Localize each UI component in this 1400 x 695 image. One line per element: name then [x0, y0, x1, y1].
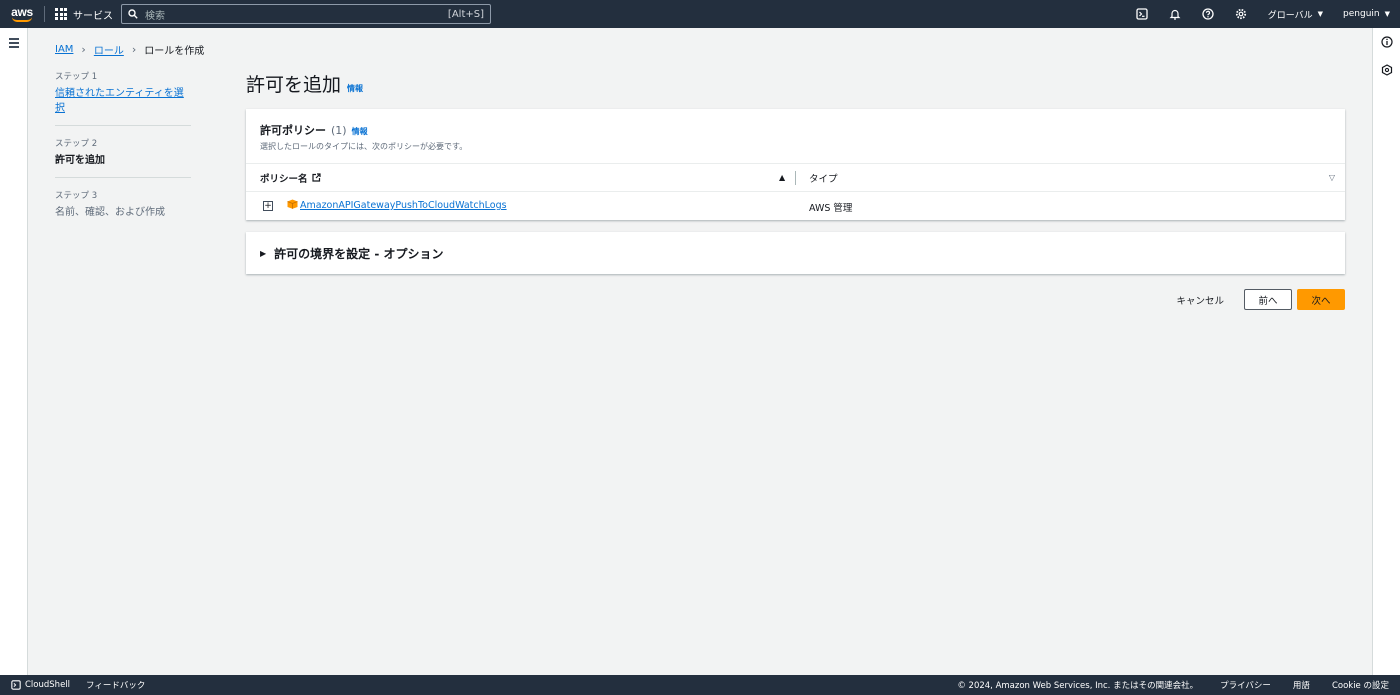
hexagon-icon[interactable]	[1381, 64, 1393, 76]
step-3: ステップ 3 名前、確認、および作成	[55, 189, 191, 229]
left-rail	[0, 28, 28, 675]
breadcrumb: IAM › ロール › ロールを作成	[55, 42, 204, 57]
panel-header: 許可ポリシー (1) 情報 選択したロールのタイプには、次のポリシーが必要です。	[246, 109, 1345, 164]
permission-policies-panel: 許可ポリシー (1) 情報 選択したロールのタイプには、次のポリシーが必要です。…	[246, 109, 1345, 220]
chevron-right-icon: ›	[81, 43, 86, 56]
info-link[interactable]: 情報	[352, 126, 368, 137]
footer-left: CloudShell フィードバック	[0, 679, 145, 691]
aws-logo-smile	[12, 17, 32, 22]
table-header: ポリシー名 ▲ タイプ ▽	[246, 164, 1345, 192]
aws-logo-text: aws	[11, 4, 33, 19]
top-navigation: aws サービス 検索 [Alt+S] グローバル ▼ penguin ▼	[0, 0, 1400, 28]
policy-name-link[interactable]: AmazonAPIGatewayPushToCloudWatchLogs	[300, 200, 507, 211]
next-button[interactable]: 次へ	[1297, 289, 1345, 310]
panel-description: 選択したロールのタイプには、次のポリシーが必要です。	[260, 142, 468, 151]
info-link[interactable]: 情報	[347, 83, 363, 94]
services-menu-button[interactable]: サービス	[55, 7, 113, 22]
cloudshell-icon[interactable]	[1126, 8, 1159, 20]
step-label: ステップ 2	[55, 139, 98, 149]
permissions-boundary-expander[interactable]: ▶ 許可の境界を設定 - オプション	[246, 232, 1345, 274]
step-2: ステップ 2 許可を追加	[55, 137, 191, 178]
search-input[interactable]: 検索 [Alt+S]	[121, 4, 491, 24]
gear-icon[interactable]	[1225, 8, 1258, 20]
cloudshell-button[interactable]: CloudShell	[11, 680, 70, 690]
caret-down-icon: ▼	[1384, 10, 1390, 18]
expand-row-icon[interactable]: +	[263, 201, 273, 211]
footer-right: © 2024, Amazon Web Services, Inc. またはその関…	[957, 679, 1400, 691]
breadcrumb-iam[interactable]: IAM	[55, 44, 73, 55]
help-icon[interactable]	[1192, 8, 1225, 20]
step-label: ステップ 3	[55, 191, 98, 201]
step-3-title: 名前、確認、および作成	[55, 207, 165, 218]
cookie-settings-link[interactable]: Cookie の設定	[1332, 679, 1389, 691]
nav-right: グローバル ▼ penguin ▼	[1126, 0, 1400, 28]
page-title: 許可を追加 情報	[246, 70, 363, 97]
policy-count: (1)	[331, 124, 347, 137]
caret-down-icon: ▼	[1317, 10, 1324, 18]
column-label: ポリシー名	[260, 173, 308, 185]
chevron-right-icon: ›	[131, 43, 137, 56]
column-divider[interactable]	[795, 171, 796, 185]
step-2-title: 許可を追加	[55, 155, 105, 166]
nav-divider	[44, 6, 45, 22]
copyright-text: © 2024, Amazon Web Services, Inc. またはその関…	[957, 681, 1199, 691]
page-title-text: 許可を追加	[246, 74, 342, 96]
policy-type: AWS 管理	[809, 203, 853, 214]
footer: CloudShell フィードバック © 2024, Amazon Web Se…	[0, 675, 1400, 695]
privacy-link[interactable]: プライバシー	[1220, 679, 1271, 691]
menu-icon[interactable]	[9, 38, 19, 50]
aws-managed-policy-icon	[287, 199, 298, 209]
bell-icon[interactable]	[1159, 8, 1192, 20]
grid-icon	[55, 8, 67, 20]
table-row: + AmazonAPIGatewayPushToCloudWatchLogs A…	[246, 192, 1345, 219]
sort-ascending-icon[interactable]: ▲	[779, 173, 785, 182]
account-menu[interactable]: penguin ▼	[1333, 9, 1400, 19]
region-label: グローバル	[1267, 10, 1313, 21]
boundary-title: 許可の境界を設定 - オプション	[274, 246, 444, 261]
wizard-steps: ステップ 1 信頼されたエンティティを選択 ステップ 2 許可を追加 ステップ …	[55, 70, 191, 240]
caret-right-icon: ▶	[260, 248, 267, 258]
step-label: ステップ 1	[55, 72, 98, 82]
account-label: penguin	[1343, 9, 1380, 19]
column-header-policy-name[interactable]: ポリシー名	[260, 171, 321, 185]
cloudshell-icon	[11, 680, 21, 690]
breadcrumb-current: ロールを作成	[144, 46, 205, 57]
wizard-actions: キャンセル 前へ 次へ	[1176, 289, 1345, 310]
terms-link[interactable]: 用語	[1293, 679, 1310, 691]
info-icon[interactable]	[1381, 36, 1393, 48]
feedback-link[interactable]: フィードバック	[86, 679, 145, 691]
sort-descending-icon[interactable]: ▽	[1329, 173, 1335, 182]
cancel-button[interactable]: キャンセル	[1176, 293, 1224, 307]
external-link-icon	[311, 173, 321, 182]
search-shortcut: [Alt+S]	[447, 8, 484, 20]
step-1: ステップ 1 信頼されたエンティティを選択	[55, 70, 191, 126]
step-1-link[interactable]: 信頼されたエンティティを選択	[55, 84, 191, 114]
previous-button[interactable]: 前へ	[1244, 289, 1292, 310]
right-rail	[1372, 28, 1400, 675]
search-icon	[128, 9, 138, 19]
panel-title-text: 許可ポリシー	[260, 124, 326, 137]
panel-title: 許可ポリシー (1) 情報	[260, 122, 1331, 138]
breadcrumb-roles[interactable]: ロール	[94, 42, 124, 57]
region-selector[interactable]: グローバル ▼	[1258, 8, 1333, 21]
services-label: サービス	[73, 10, 113, 22]
cloudshell-label: CloudShell	[25, 680, 71, 690]
column-header-type[interactable]: タイプ	[809, 171, 838, 185]
aws-logo[interactable]: aws	[0, 0, 44, 28]
search-placeholder: 検索	[145, 10, 165, 22]
